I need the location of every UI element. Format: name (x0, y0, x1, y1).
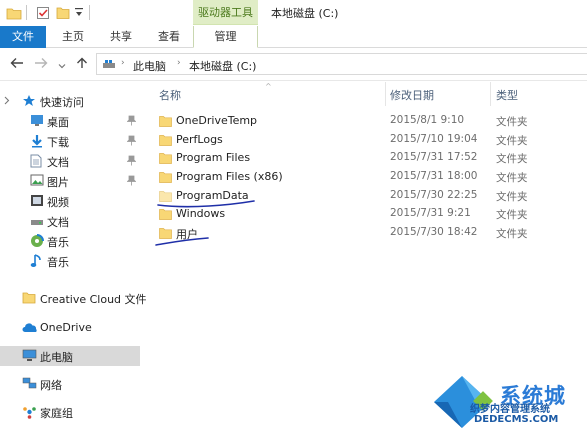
homegroup-icon (22, 405, 37, 422)
sidebar-item-quick-access[interactable]: 快速访问 (0, 91, 140, 111)
column-header-date[interactable]: 修改日期 (390, 87, 434, 103)
new-folder-icon[interactable] (56, 6, 70, 23)
sidebar-item-music[interactable]: 音乐 (0, 231, 140, 251)
pin-icon[interactable] (126, 115, 137, 126)
sidebar-item-onedrive[interactable]: OneDrive (0, 318, 140, 338)
music-disc-icon (30, 234, 44, 251)
ribbon-tabs: 文件 主页 共享 查看 管理 (0, 26, 587, 48)
forward-arrow-icon[interactable] (34, 57, 48, 73)
drive-tools-tab: 驱动器工具 (193, 0, 258, 25)
pin-icon[interactable] (126, 155, 137, 166)
breadcrumb-this-pc[interactable]: 此电脑 (133, 58, 166, 74)
sidebar-item-music-2[interactable]: 音乐 (0, 251, 140, 271)
customize-toolbar-icon[interactable] (74, 5, 84, 22)
network-icon (22, 377, 37, 394)
back-arrow-icon[interactable] (10, 57, 24, 73)
tab-share[interactable]: 共享 (100, 26, 142, 48)
sidebar-item-documents-2[interactable]: 文档 (0, 211, 140, 231)
sidebar-item-desktop[interactable]: 桌面 (0, 111, 140, 131)
music-note-icon (30, 254, 42, 271)
navigation-pane: 快速访问 桌面 下载 文档 图片 视频 文档 音乐 音乐 Creative Cl… (0, 82, 147, 430)
creative-cloud-icon (22, 291, 36, 307)
desktop-icon (30, 114, 44, 130)
properties-icon[interactable] (36, 6, 50, 23)
breadcrumb-separator-icon[interactable]: › (177, 58, 181, 68)
breadcrumb-separator-icon[interactable]: › (121, 58, 125, 68)
expand-chevron-icon[interactable] (4, 95, 10, 108)
app-folder-icon (6, 6, 22, 23)
pin-icon[interactable] (126, 175, 137, 186)
sidebar-item-network[interactable]: 网络 (0, 374, 140, 394)
pin-icon[interactable] (126, 135, 137, 146)
sidebar-item-creative-cloud[interactable]: Creative Cloud 文件 (0, 288, 147, 308)
sidebar-item-pictures[interactable]: 图片 (0, 171, 140, 191)
tab-home[interactable]: 主页 (52, 26, 94, 48)
window-title: 本地磁盘 (C:) (271, 7, 339, 20)
tab-view[interactable]: 查看 (148, 26, 190, 48)
sidebar-item-downloads[interactable]: 下载 (0, 131, 140, 151)
address-box[interactable]: › 此电脑 › 本地磁盘 (C:) (96, 53, 587, 75)
picture-icon (30, 174, 44, 189)
address-bar: › 此电脑 › 本地磁盘 (C:) (0, 48, 587, 81)
document-icon (30, 154, 42, 171)
tab-manage[interactable]: 管理 (193, 26, 258, 48)
sidebar-item-homegroup[interactable]: 家庭组 (0, 402, 140, 422)
watermark-line-2: DEDECMS.COM (474, 414, 559, 425)
annotation-underlines (155, 200, 255, 246)
computer-icon (22, 349, 37, 365)
recent-locations-chevron-icon[interactable] (58, 59, 66, 73)
up-arrow-icon[interactable] (76, 57, 88, 73)
sidebar-item-documents[interactable]: 文档 (0, 151, 140, 171)
sidebar-item-this-pc[interactable]: 此电脑 (0, 346, 140, 366)
breadcrumb-local-disk[interactable]: 本地磁盘 (C:) (189, 58, 256, 74)
drive-icon (102, 58, 116, 73)
tab-file[interactable]: 文件 (0, 26, 46, 48)
video-icon (30, 194, 44, 210)
download-icon (30, 134, 44, 151)
watermark-line-1: 织梦内容管理系统 (470, 404, 550, 415)
title-bar: 驱动器工具 本地磁盘 (C:) (0, 0, 587, 26)
column-header-type[interactable]: 类型 (496, 87, 518, 103)
sidebar-item-videos[interactable]: 视频 (0, 191, 140, 211)
drive-icon (30, 217, 44, 230)
star-icon (22, 94, 36, 111)
onedrive-icon (22, 323, 38, 336)
